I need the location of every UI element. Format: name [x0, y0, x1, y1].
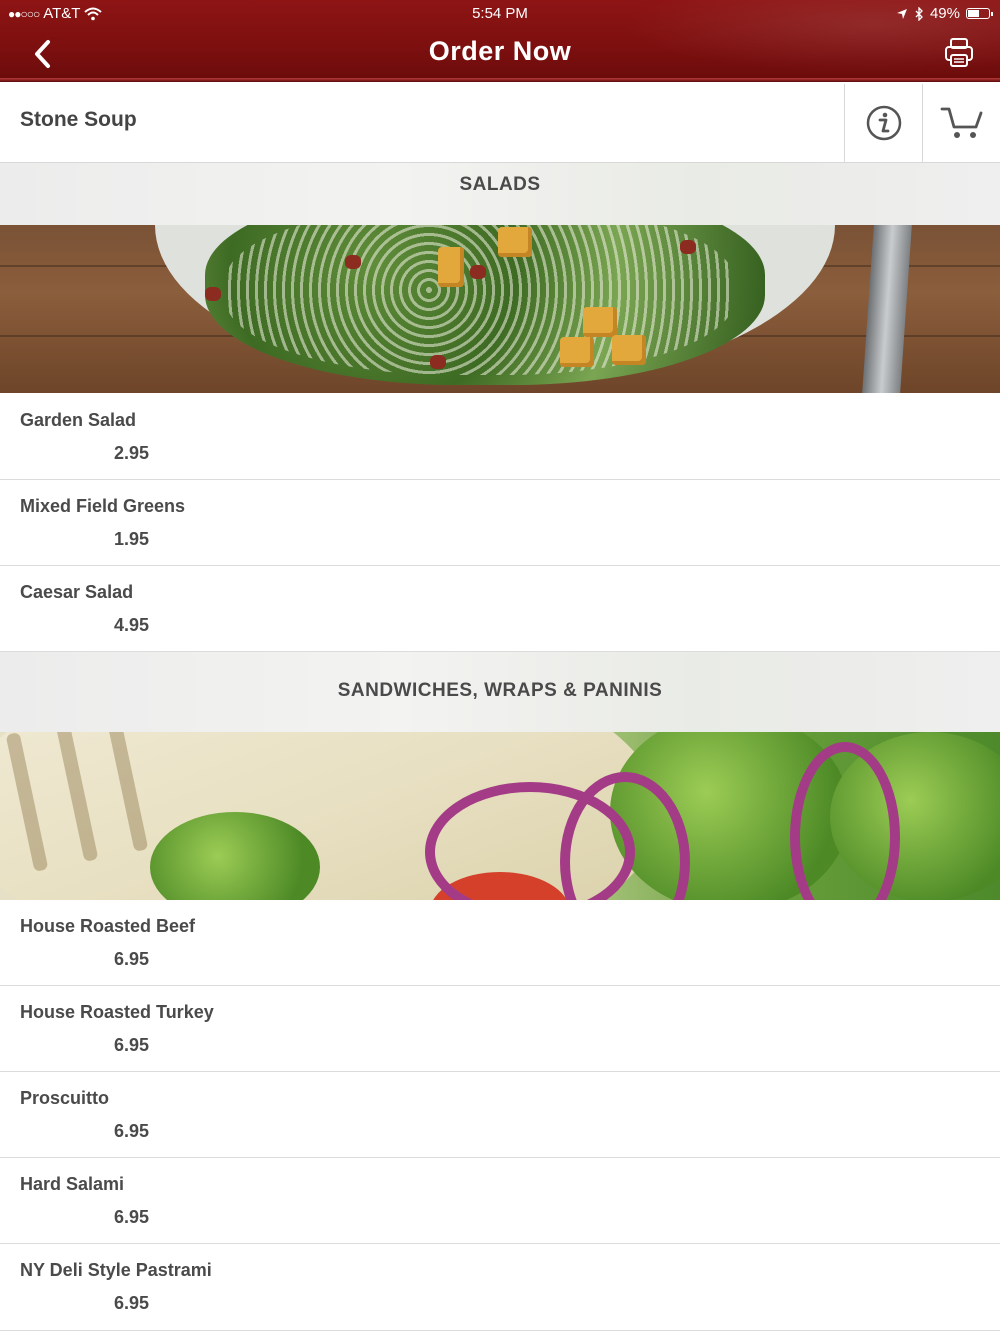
printer-icon: [945, 38, 973, 67]
status-time: 5:54 PM: [472, 5, 528, 22]
cart-icon: [940, 107, 983, 138]
sandwiches-banner-image: [0, 732, 1000, 900]
item-price: 2.95: [114, 443, 150, 463]
battery-percent: 49%: [929, 5, 960, 22]
menu-item[interactable]: House Roasted Turkey 6.95: [0, 986, 1000, 1072]
menu-item[interactable]: Proscuitto 6.95: [0, 1072, 1000, 1158]
restaurant-name: Stone Soup: [20, 108, 137, 131]
menu-item[interactable]: Caesar Salad 4.95: [0, 566, 1000, 652]
item-name: Caesar Salad: [20, 582, 134, 602]
location-arrow-icon: [896, 8, 907, 19]
item-price: 6.95: [114, 1207, 150, 1227]
item-price: 6.95: [114, 1035, 150, 1055]
item-name: NY Deli Style Pastrami: [20, 1260, 212, 1280]
menu-item[interactable]: House Roasted Beef 6.95: [0, 900, 1000, 986]
info-button[interactable]: [844, 84, 922, 162]
salads-banner-image: [0, 225, 1000, 393]
status-bar: ●●○○○ AT&T 5:54 PM 49%: [0, 0, 1000, 28]
item-price: 6.95: [114, 949, 150, 969]
item-name: Garden Salad: [20, 410, 137, 430]
menu-item[interactable]: Mixed Field Greens 1.95: [0, 480, 1000, 566]
item-name: Hard Salami: [20, 1174, 125, 1194]
item-price: 6.95: [114, 1121, 150, 1141]
header-divider: [0, 78, 1000, 82]
menu-item[interactable]: NY Deli Style Pastrami 6.95: [0, 1244, 1000, 1331]
cart-button[interactable]: [922, 84, 1000, 162]
section-header-sandwiches: SANDWICHES, WRAPS & PANINIS: [0, 652, 1000, 732]
item-name: Mixed Field Greens: [20, 496, 186, 516]
status-right: 49%: [896, 5, 993, 22]
item-name: House Roasted Turkey: [20, 1002, 214, 1022]
bluetooth-icon: [915, 6, 923, 21]
page-title: Order Now: [428, 36, 572, 66]
battery-icon: [966, 8, 993, 19]
item-price: 6.95: [114, 1293, 150, 1313]
print-button[interactable]: [944, 36, 974, 70]
item-price: 1.95: [114, 529, 150, 549]
section-header-salads: SALADS: [0, 163, 1000, 225]
menu-item[interactable]: Hard Salami 6.95: [0, 1158, 1000, 1244]
item-name: House Roasted Beef: [20, 916, 196, 936]
restaurant-bar: Stone Soup: [0, 84, 1000, 163]
top-nav-bar: ●●○○○ AT&T 5:54 PM 49% Order Now: [0, 0, 1000, 82]
menu-item[interactable]: Garden Salad 2.95: [0, 394, 1000, 480]
info-icon: [866, 105, 901, 141]
item-name: Proscuitto: [20, 1088, 110, 1108]
item-price: 4.95: [114, 615, 150, 635]
